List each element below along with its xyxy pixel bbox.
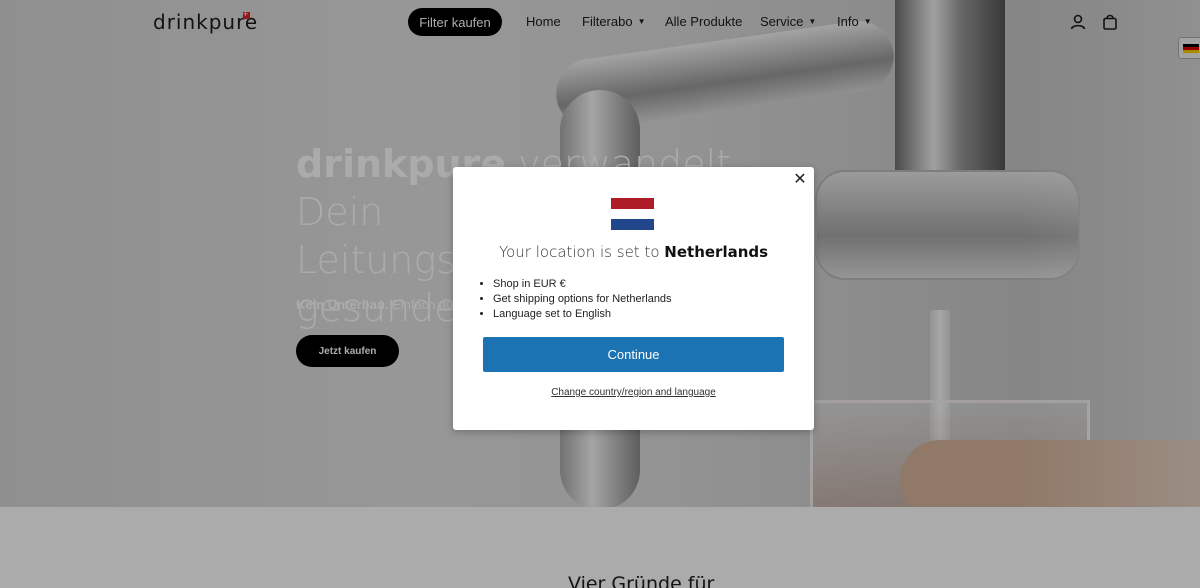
modal-title-prefix: Your location is set to bbox=[498, 243, 665, 261]
flag-stripe bbox=[611, 208, 654, 220]
flag-stripe bbox=[611, 198, 654, 209]
close-icon[interactable]: ✕ bbox=[792, 171, 808, 187]
change-country-link[interactable]: Change country/region and language bbox=[453, 387, 814, 398]
modal-info-list: Shop in EUR € Get shipping options for N… bbox=[493, 277, 672, 322]
location-modal: ✕ Your location is set to Netherlands Sh… bbox=[453, 167, 814, 430]
modal-country: Netherlands bbox=[664, 243, 769, 261]
netherlands-flag-icon bbox=[611, 198, 654, 230]
flag-stripe bbox=[611, 219, 654, 230]
continue-button[interactable]: Continue bbox=[483, 337, 784, 372]
list-item: Shop in EUR € bbox=[493, 277, 672, 292]
list-item: Language set to English bbox=[493, 307, 672, 322]
modal-title: Your location is set to Netherlands bbox=[453, 243, 814, 261]
list-item: Get shipping options for Netherlands bbox=[493, 292, 672, 307]
